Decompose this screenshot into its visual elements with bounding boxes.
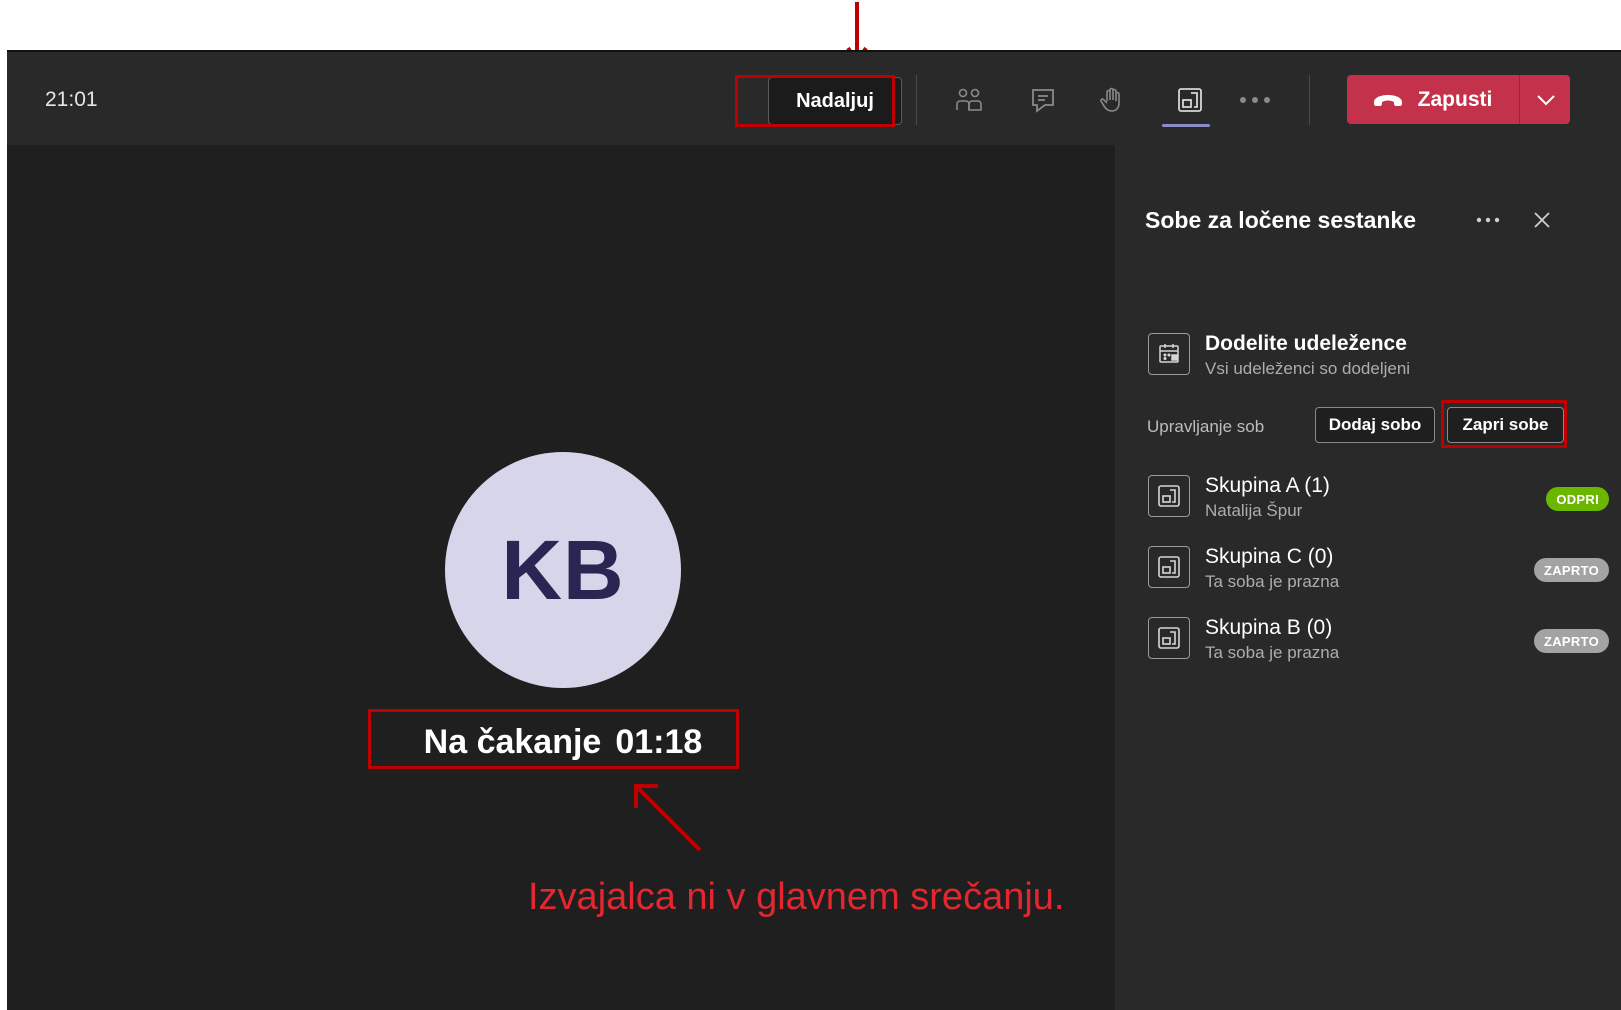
- active-tab-indicator: [1162, 124, 1210, 127]
- toolbar-divider: [1309, 75, 1310, 125]
- leave-button[interactable]: Zapusti: [1347, 75, 1570, 124]
- more-icon[interactable]: [1471, 205, 1505, 235]
- meeting-toolbar: 21:01 Nadaljuj Zapusti: [7, 50, 1621, 147]
- leave-label: Zapusti: [1417, 87, 1493, 111]
- room-name: Skupina B (0): [1205, 616, 1333, 639]
- panel-title: Sobe za ločene sestanke: [1145, 207, 1417, 233]
- room-name: Skupina A (1): [1205, 474, 1330, 497]
- room-item[interactable]: Skupina B (0) Ta soba je prazna ZAPRTO: [1148, 616, 1609, 667]
- annotation-arrow-diagonal: [634, 784, 702, 852]
- assign-participants-icon: [1148, 333, 1190, 375]
- room-subtitle: Ta soba je prazna: [1205, 643, 1340, 662]
- assign-participants-row[interactable]: Dodelite udeležence Vsi udeleženci so do…: [1148, 332, 1608, 383]
- room-item[interactable]: Skupina C (0) Ta soba je prazna ZAPRTO: [1148, 545, 1609, 596]
- room-subtitle: Ta soba je prazna: [1205, 572, 1340, 591]
- annotation-box-resume: [735, 75, 895, 127]
- video-stage: KB Na čakanje 01:18 Izvajalca ni v glavn…: [7, 145, 1156, 1010]
- assign-title: Dodelite udeležence: [1205, 332, 1407, 355]
- meeting-window: 21:01 Nadaljuj Zapusti KB Na čakanje 01:…: [7, 50, 1621, 1010]
- annotation-box-close-rooms: [1441, 400, 1567, 448]
- room-subtitle: Natalija Špur: [1205, 501, 1303, 520]
- phone-hangup-icon: [1373, 94, 1402, 106]
- breakout-rooms-panel: Sobe za ločene sestanke Dodelite udeleže…: [1115, 145, 1621, 1010]
- avatar: KB: [445, 452, 681, 688]
- status-badge: ODPRI: [1546, 487, 1609, 511]
- annotation-note: Izvajalca ni v glavnem srečanju.: [528, 876, 1065, 918]
- manage-rooms-label: Upravljanje sob: [1147, 417, 1265, 436]
- chevron-down-icon[interactable]: [1522, 75, 1570, 124]
- room-icon: [1148, 475, 1190, 517]
- room-icon: [1148, 617, 1190, 659]
- room-item[interactable]: Skupina A (1) Natalija Špur ODPRI: [1148, 474, 1609, 525]
- assign-subtitle: Vsi udeleženci so dodeljeni: [1205, 359, 1411, 378]
- close-icon[interactable]: [1525, 205, 1559, 235]
- chat-icon[interactable]: [1025, 82, 1061, 118]
- room-icon: [1148, 546, 1190, 588]
- people-icon[interactable]: [951, 82, 987, 118]
- status-badge: ZAPRTO: [1533, 629, 1609, 653]
- meeting-clock: 21:01: [45, 88, 98, 111]
- annotation-box-hold: [368, 709, 739, 769]
- room-name: Skupina C (0): [1205, 545, 1334, 568]
- breakout-rooms-icon[interactable]: [1172, 82, 1208, 118]
- status-badge: ZAPRTO: [1533, 558, 1609, 582]
- toolbar-divider: [916, 75, 917, 125]
- leave-divider: [1519, 75, 1520, 124]
- more-icon[interactable]: [1237, 82, 1273, 118]
- raise-hand-icon[interactable]: [1094, 82, 1130, 118]
- leave-button-main[interactable]: Zapusti: [1347, 75, 1517, 124]
- add-room-button[interactable]: Dodaj sobo: [1315, 407, 1435, 443]
